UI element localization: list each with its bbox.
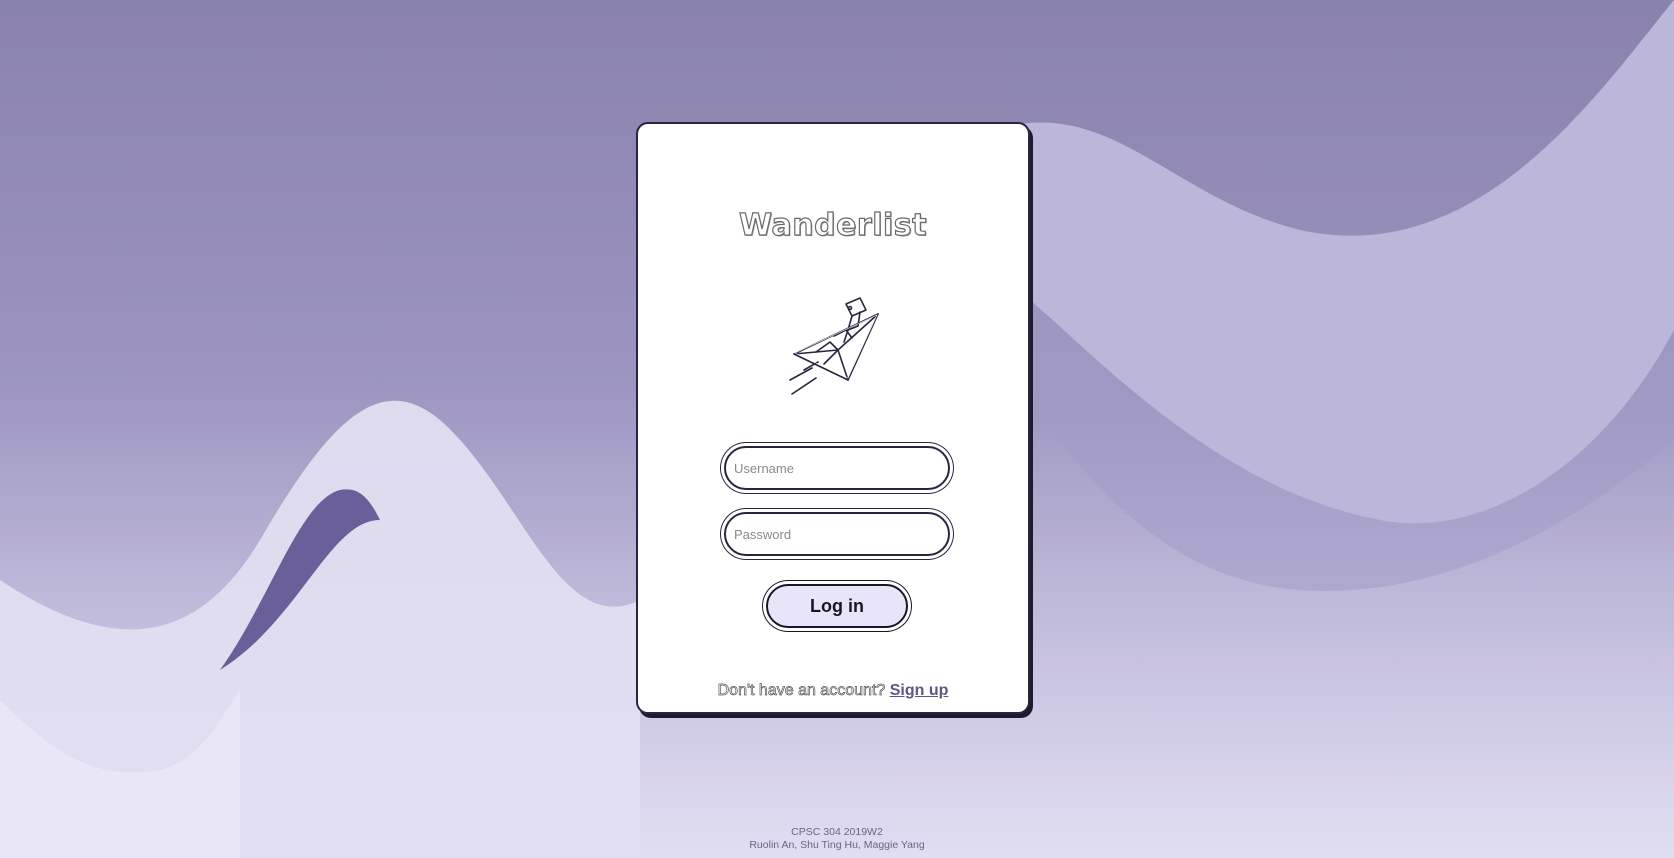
- footer: CPSC 304 2019W2 Ruolin An, Shu Ting Hu, …: [0, 826, 1674, 852]
- footer-course: CPSC 304 2019W2: [791, 826, 883, 838]
- app-title: Wanderlist: [738, 207, 927, 243]
- footer-authors: Ruolin An, Shu Ting Hu, Maggie Yang: [749, 839, 925, 851]
- login-button[interactable]: Log in: [766, 584, 908, 628]
- paper-plane-icon: [789, 297, 879, 395]
- signup-link[interactable]: Sign up: [890, 682, 949, 699]
- signup-prompt: Don't have an account?: [717, 682, 886, 700]
- login-card: Wanderlist Log in Don't have: [636, 122, 1030, 714]
- signup-row: Don't have an account? Sign up: [638, 682, 1028, 700]
- password-input[interactable]: [724, 512, 950, 556]
- username-input[interactable]: [724, 446, 950, 490]
